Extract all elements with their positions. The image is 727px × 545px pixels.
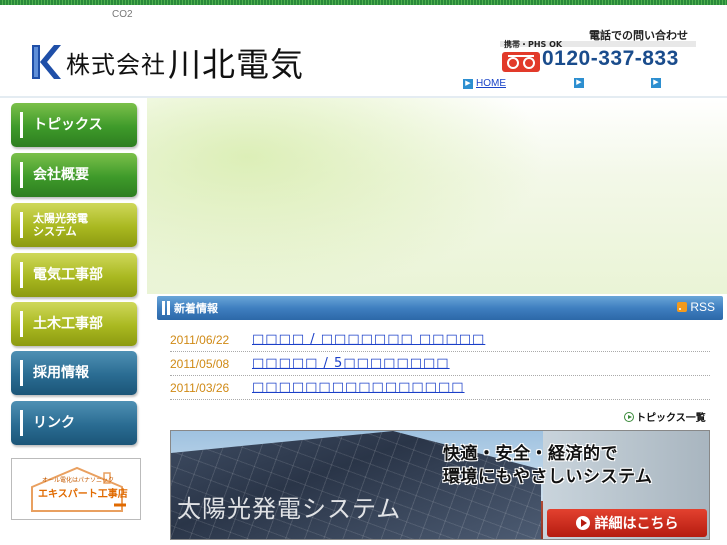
expert-shop-banner[interactable]: オール電化はパナソニック エキスパート工事店 [11, 458, 141, 520]
top-stripe [0, 0, 727, 5]
rss-icon [677, 302, 688, 312]
sidebar-item-label: 採用情報 [33, 364, 89, 381]
solar-detail-button[interactable]: 詳細はこちら [547, 509, 707, 537]
solar-detail-label: 詳細はこちら [594, 516, 679, 532]
sidebar-item-label: トピックス [33, 116, 103, 133]
news-date: 2011/06/22 [170, 332, 230, 347]
k-logo-icon [32, 45, 61, 79]
solar-title: 太陽光発電システム [177, 495, 402, 523]
solar-caption-line2: 環境にもやさしいシステム [443, 467, 653, 487]
news-link[interactable]: □□□□ / □□□□□□□ □□□□□ [252, 332, 485, 347]
company-prefix: 株式会社 [66, 50, 166, 79]
sidebar-item-label: 土木工事部 [33, 315, 103, 332]
co2-label: CO2 [112, 9, 133, 20]
news-link[interactable]: □□□□□ / 5□□□□□□□□ [252, 356, 450, 371]
phone-heading: 電話での問い合わせ [589, 29, 688, 42]
header-link-3[interactable]: ▶ [651, 78, 678, 88]
list-item: 2011/05/08 □□□□□ / 5□□□□□□□□ [170, 352, 710, 376]
sidebar-item-label: 会社概要 [33, 166, 89, 183]
sidebar-item-label: 太陽光発電 システム [33, 212, 88, 238]
page: CO2 株式会社 川北電気 電話での問い合わせ 携帯・PHS OK 0120-3… [0, 0, 727, 545]
company-logo[interactable]: 株式会社 川北電気 [30, 38, 304, 86]
expert-banner-main: エキスパート工事店 [38, 489, 128, 500]
sidebar-item-company[interactable]: 会社概要 [11, 153, 137, 197]
sidebar-item-civil[interactable]: 土木工事部 [11, 302, 137, 346]
company-name: 川北電気 [168, 45, 304, 84]
rss-label: RSS [690, 300, 715, 314]
phone-number: 0120-337-833 [542, 47, 679, 70]
sidebar-item-electric[interactable]: 電気工事部 [11, 253, 137, 297]
news-header: 新着情報 RSS [157, 296, 723, 320]
header-link-2[interactable]: ▶ [574, 78, 601, 88]
solar-banner[interactable]: 快適・安全・経済的で 環境にもやさしいシステム 太陽光発電システム 詳細はこちら [170, 430, 710, 540]
rss-link[interactable]: RSS [677, 300, 715, 314]
list-item: 2011/03/26 □□□□□□□□□□□□□□□□ [170, 376, 710, 400]
sidebar-item-links[interactable]: リンク [11, 401, 137, 445]
sidebar-item-label: リンク [33, 414, 75, 431]
sidebar-item-label-line2: システム [33, 225, 77, 238]
play-icon [575, 516, 590, 530]
sidebar-item-topics[interactable]: トピックス [11, 103, 137, 147]
news-date: 2011/03/26 [170, 380, 230, 395]
topics-list-link[interactable]: トピックス一覧 [624, 409, 706, 424]
home-link[interactable]: HOME [476, 78, 506, 89]
news-link[interactable]: □□□□□□□□□□□□□□□□ [252, 380, 465, 395]
news-title: 新着情報 [174, 302, 218, 315]
sidebar-item-recruit[interactable]: 採用情報 [11, 351, 137, 395]
sidebar-item-label: 電気工事部 [33, 266, 103, 283]
circle-arrow-icon [624, 411, 634, 422]
sidebar-item-solar[interactable]: 太陽光発電 システム [11, 203, 137, 247]
solar-caption-line1: 快適・安全・経済的で [443, 444, 618, 464]
arrow-right-icon: ▶ [651, 78, 661, 88]
arrow-right-icon: ▶ [463, 78, 473, 89]
sidebar-item-label-line1: 太陽光発電 [33, 212, 88, 225]
topics-list-label: トピックス一覧 [636, 413, 706, 424]
news-date: 2011/05/08 [170, 356, 230, 371]
arrow-right-icon: ▶ [574, 78, 584, 88]
expert-banner-sub: オール電化はパナソニック [42, 477, 115, 484]
list-item: 2011/06/22 □□□□ / □□□□□□□ □□□□□ [170, 328, 710, 352]
hero-glow [147, 98, 547, 294]
news-header-icon [162, 301, 170, 315]
phone-contact[interactable]: 電話での問い合わせ 携帯・PHS OK 0120-337-833 [500, 26, 696, 78]
free-dial-icon [502, 52, 540, 72]
header-link-home[interactable]: ▶ HOME [463, 78, 506, 89]
